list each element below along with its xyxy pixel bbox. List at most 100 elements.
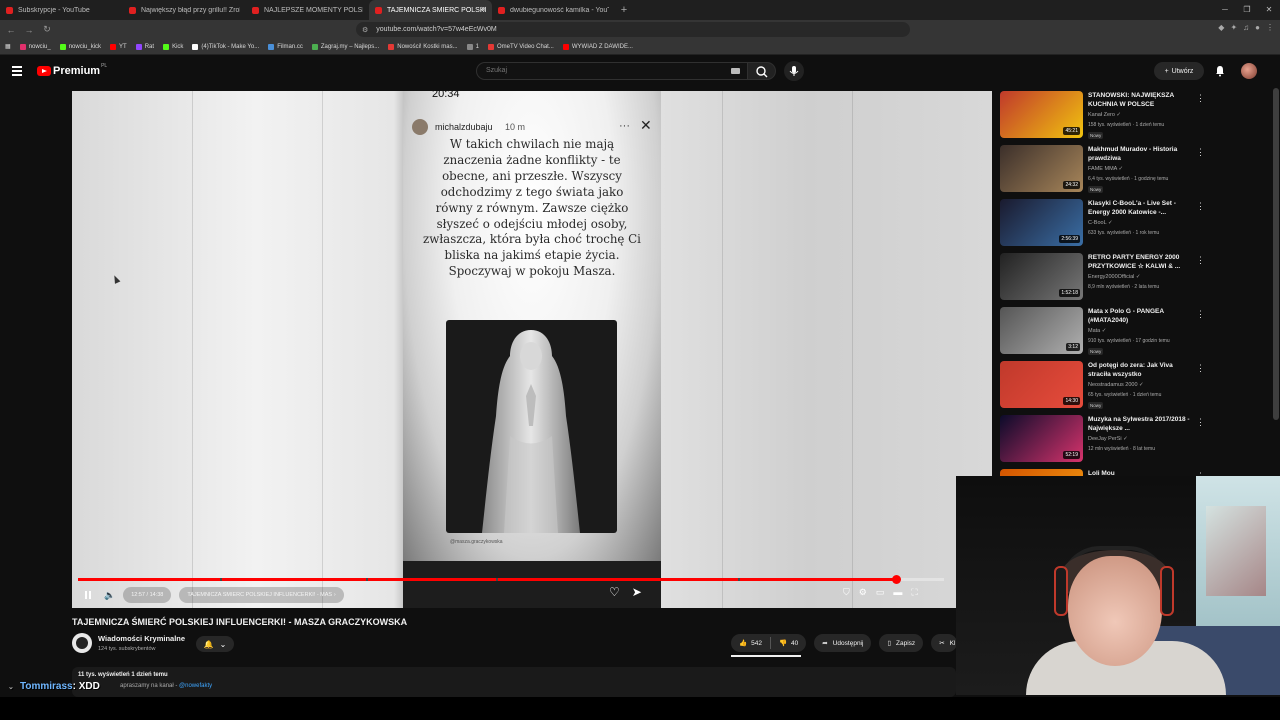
bell-icon[interactable] — [1214, 65, 1226, 77]
channel-name[interactable]: Wiadomości Kryminalne — [98, 634, 185, 643]
video-thumbnail[interactable] — [1000, 469, 1083, 476]
url-bar[interactable]: ⚙ youtube.com/watch?v=57w4eEcWv0M — [356, 22, 910, 37]
media-icon[interactable]: ♫ — [1243, 23, 1249, 32]
bookmark-item[interactable]: Zagraj.my – Najleps... — [311, 43, 379, 50]
video-title[interactable]: Klasyki C-BooL'a - Live Set - Energy 200… — [1088, 199, 1196, 217]
video-title[interactable]: Mata x Polo G - PANGEA (#MATA2040) — [1088, 307, 1196, 325]
more-actions-icon[interactable]: ⋮ — [1196, 147, 1205, 158]
video-title[interactable]: RETRO PARTY ENERGY 2000 PRZYTKOWICE ☆ KA… — [1088, 253, 1196, 271]
video-thumbnail[interactable]: 2:56:39 — [1000, 199, 1083, 246]
share-button[interactable]: ➦ Udostępnij — [814, 634, 872, 652]
browser-tab[interactable]: TAJEMNICZA ŚMIERĆ POLSKI ✕ — [369, 0, 492, 20]
browser-tab[interactable]: dwubiegunowość kamilka - YouTube — [492, 0, 615, 20]
bookmark-item[interactable]: (4)TikTok - Make Yo... — [192, 43, 259, 50]
youtube-logo[interactable]: Premium PL — [37, 63, 107, 77]
site-info-icon[interactable]: ⚙ — [362, 26, 368, 34]
video-player[interactable]: 20:34 michalzdubaju 10 m ··· ✕ W takich … — [72, 91, 992, 608]
recommended-video[interactable]: 24:32 Makhmud Muradov - Historia prawdziw… — [1000, 145, 1208, 197]
video-channel[interactable]: Mata ✓ — [1088, 328, 1106, 334]
video-thumbnail[interactable]: 45:21 — [1000, 91, 1083, 138]
menu-icon[interactable]: ⋮ — [1266, 23, 1274, 32]
maximize-icon[interactable]: ❐ — [1236, 0, 1258, 20]
description-handle[interactable]: @nowefakty — [179, 683, 212, 689]
bookmark-item[interactable]: OmeTV Video Chat... — [487, 43, 554, 50]
more-actions-icon[interactable]: ⋮ — [1196, 363, 1205, 374]
recommended-video[interactable]: Loli Mou ⋮ — [1000, 469, 1208, 476]
account-avatar[interactable] — [1241, 63, 1257, 79]
recommended-video[interactable]: 1:52:18 RETRO PARTY ENERGY 2000 PRZYTKOWI… — [1000, 253, 1208, 305]
channel-avatar[interactable] — [72, 633, 92, 653]
video-channel[interactable]: Kanał Zero ✓ — [1088, 112, 1121, 118]
dislike-button[interactable]: 👎 40 — [771, 639, 806, 648]
more-actions-icon[interactable]: ⋮ — [1196, 93, 1205, 104]
theater-icon[interactable]: ▬ — [893, 587, 902, 598]
bookmark-item[interactable]: nowciu_kick — [59, 43, 101, 50]
miniplayer-icon[interactable]: ▭ — [876, 587, 885, 598]
autoplay-icon[interactable]: ⛉ — [843, 587, 850, 598]
bookmark-item[interactable]: WYWIAD Z DAWIDE... — [562, 43, 633, 50]
recommended-video[interactable]: 14:30 Od potęgi do zera: Jak Viva stracił… — [1000, 361, 1208, 413]
fullscreen-icon[interactable]: ⛶ — [911, 587, 917, 598]
new-tab-button[interactable]: + — [615, 4, 633, 16]
video-channel[interactable]: FAME MMA ✓ — [1088, 166, 1123, 172]
description-box[interactable]: 11 tys. wyświetleń 1 dzień temu apraszam… — [72, 667, 956, 697]
keyboard-icon[interactable] — [731, 68, 740, 74]
scrollbar[interactable] — [1273, 88, 1279, 420]
bookmark-item[interactable]: YT — [110, 43, 127, 50]
more-actions-icon[interactable]: ⋮ — [1196, 309, 1205, 320]
back-icon[interactable]: ← — [4, 25, 18, 35]
search-button[interactable] — [748, 62, 776, 80]
bookmark-item[interactable]: nowciu_ — [19, 43, 51, 50]
chapter-button[interactable]: TAJEMNICZA ŚMIERĆ POLSKIEJ INFLUENCERKI!… — [179, 587, 344, 603]
video-thumbnail[interactable]: 14:30 — [1000, 361, 1083, 408]
video-title[interactable]: Od potęgi do zera: Jak Viva straciła wsz… — [1088, 361, 1196, 379]
recommended-video[interactable]: 3:12 Mata x Polo G - PANGEA (#MATA2040) Ma… — [1000, 307, 1208, 359]
close-window-icon[interactable]: ✕ — [1258, 0, 1280, 20]
like-button[interactable]: 👍 542 — [731, 639, 770, 648]
video-thumbnail[interactable]: 1:52:18 — [1000, 253, 1083, 300]
video-channel[interactable]: C-BooL ✓ — [1088, 220, 1113, 226]
extension-icon[interactable]: ◆ — [1218, 23, 1224, 32]
bookmark-item[interactable]: Rat — [135, 43, 154, 50]
progress-bar[interactable] — [78, 575, 944, 584]
video-thumbnail[interactable]: 3:12 — [1000, 307, 1083, 354]
volume-icon[interactable]: 🔈 — [104, 590, 115, 601]
minimize-icon[interactable]: ─ — [1214, 0, 1236, 20]
pause-button[interactable] — [80, 587, 96, 603]
more-actions-icon[interactable]: ⋮ — [1196, 255, 1205, 266]
video-title[interactable]: Muzyka na Sylwestra 2017/2018 - Najwięks… — [1088, 415, 1196, 433]
close-tab-icon[interactable]: ✕ — [480, 5, 487, 14]
clip-button[interactable]: ✂ Kl — [931, 634, 958, 652]
create-button[interactable]: + Utwórz — [1154, 62, 1204, 80]
menu-hamburger-icon[interactable] — [12, 66, 22, 78]
puzzle-icon[interactable]: ✦ — [1230, 23, 1237, 32]
save-button[interactable]: ▯ Zapisz — [879, 634, 924, 652]
bookmark-item[interactable]: Filman.cc — [268, 43, 303, 50]
bookmark-item[interactable]: Kick — [163, 43, 183, 50]
more-actions-icon[interactable]: ⋮ — [1196, 201, 1205, 212]
forward-icon[interactable]: → — [22, 25, 36, 35]
more-actions-icon[interactable]: ⋮ — [1196, 417, 1205, 428]
video-thumbnail[interactable]: 52:19 — [1000, 415, 1083, 462]
voice-search-button[interactable] — [784, 61, 804, 81]
bookmark-item[interactable]: 1 — [466, 43, 479, 50]
recommended-video[interactable]: 52:19 Muzyka na Sylwestra 2017/2018 - Naj… — [1000, 415, 1208, 467]
video-thumbnail[interactable]: 24:32 — [1000, 145, 1083, 192]
video-title[interactable]: Loli Mou — [1088, 469, 1196, 476]
browser-tab[interactable]: Największy błąd przy grillu!! Zrobiłem — [123, 0, 246, 20]
video-title[interactable]: STANOWSKI: NAJWIĘKSZA KUCHNIA W POLSCE — [1088, 91, 1196, 109]
subscribed-notifications-button[interactable]: 🔔 ⌄ — [196, 636, 234, 652]
recommended-video[interactable]: 45:21 STANOWSKI: NAJWIĘKSZA KUCHNIA W POL… — [1000, 91, 1208, 143]
browser-tab[interactable]: NAJLEPSZE MOMENTY POLSKIEGO — [246, 0, 369, 20]
video-channel[interactable]: DeeJay PerSi ✓ — [1088, 436, 1128, 442]
scrubber-handle[interactable] — [892, 575, 902, 584]
profile-icon[interactable]: ● — [1255, 23, 1260, 32]
video-channel[interactable]: Energy2000Official ✓ — [1088, 274, 1141, 280]
recommended-video[interactable]: 2:56:39 Klasyki C-BooL'a - Live Set - Ene… — [1000, 199, 1208, 251]
settings-icon[interactable]: ⚙ — [859, 587, 867, 598]
apps-icon[interactable]: ▦ — [5, 43, 11, 50]
reload-icon[interactable]: ↻ — [40, 24, 54, 35]
video-channel[interactable]: Neostradamus 2000 ✓ — [1088, 382, 1144, 388]
bookmark-item[interactable]: Nowości! Kostki mas... — [388, 43, 458, 50]
search-input[interactable]: Szukaj — [476, 62, 748, 80]
